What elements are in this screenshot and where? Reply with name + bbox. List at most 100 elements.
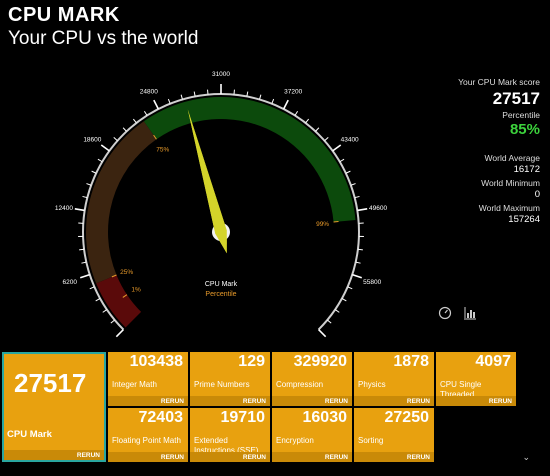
- gauge-minor-tick: [122, 127, 127, 132]
- legend-cpu-mark: CPU Mark: [205, 281, 238, 288]
- gauge-tick-label: 49600: [369, 205, 387, 212]
- rerun-button[interactable]: RERUN: [407, 454, 430, 461]
- percentile-label: Percentile: [502, 110, 540, 120]
- tile-sorting[interactable]: 27250 Sorting RERUN: [354, 408, 434, 462]
- gauge-minor-tick: [305, 118, 310, 124]
- gauge-major-tick: [79, 273, 91, 279]
- gauge-minor-tick: [327, 319, 332, 324]
- gauge-minor-tick: [180, 94, 183, 100]
- rerun-button[interactable]: RERUN: [243, 398, 266, 405]
- gauge-major-tick: [357, 208, 368, 212]
- tile-name: Sorting: [358, 436, 384, 445]
- tile-value: 72403: [138, 409, 184, 426]
- tile-value: 4097: [475, 353, 511, 370]
- gauge-minor-tick: [89, 286, 95, 290]
- rerun-button[interactable]: RERUN: [161, 398, 184, 405]
- gauge-needle: [187, 109, 227, 254]
- tile-physics[interactable]: 1878 Physics RERUN: [354, 352, 434, 406]
- gauge-minor-tick: [143, 110, 148, 116]
- gauge-minor-tick: [341, 298, 347, 302]
- world-minimum-value: 0: [534, 189, 540, 200]
- rerun-button[interactable]: RERUN: [325, 454, 348, 461]
- percentile-mark-label: 1%: [131, 287, 141, 294]
- gauge-minor-tick: [334, 309, 340, 313]
- tile-value: 129: [238, 353, 265, 370]
- gauge-tick-label: 55800: [363, 279, 381, 286]
- gauge-major-tick: [282, 99, 289, 110]
- rerun-button[interactable]: RERUN: [407, 398, 430, 405]
- rerun-button[interactable]: RERUN: [325, 398, 348, 405]
- gauge-band-low: [96, 274, 142, 328]
- tile-value: 27517: [14, 368, 87, 398]
- percentile-mark-label: 75%: [156, 146, 169, 153]
- gauge-tick-label: 37200: [284, 88, 302, 95]
- gauge-band-high: [143, 97, 356, 222]
- gauge-minor-tick: [113, 137, 118, 142]
- rerun-button[interactable]: RERUN: [77, 452, 100, 459]
- tile-value: 19710: [220, 409, 266, 426]
- tile-extended-instructions-sse[interactable]: 19710 Extended Instructions (SSE) RERUN: [190, 408, 270, 462]
- gauge-minor-tick: [91, 170, 97, 174]
- tile-compression[interactable]: 329920 Compression RERUN: [272, 352, 352, 406]
- score-value: 27517: [492, 89, 540, 108]
- gauge-tick-label: 43400: [341, 137, 359, 144]
- world-average-label: World Average: [484, 153, 540, 163]
- gauge-major-tick: [115, 329, 124, 338]
- gauge-minor-tick: [132, 118, 137, 124]
- tile-prime-numbers[interactable]: 129 Prime Numbers RERUN: [190, 352, 270, 406]
- gauge-major-tick: [332, 144, 342, 152]
- percentile-mark-label: 99%: [316, 221, 329, 228]
- tile-name: CPU Mark: [7, 429, 52, 440]
- percentile-mark-label: 25%: [120, 269, 133, 276]
- gauge-tick-label: 18600: [83, 137, 101, 144]
- tile-name: Floating Point Math: [112, 436, 181, 445]
- stats-panel: Your CPU Mark score 27517 Percentile 85%…: [400, 77, 540, 228]
- legend-percentile: Percentile: [205, 291, 236, 298]
- tile-integer-math[interactable]: 103438 Integer Math RERUN: [108, 352, 188, 406]
- gauge-minor-tick: [347, 286, 353, 290]
- gauge-minor-tick: [339, 158, 345, 163]
- percentile-value: 85%: [509, 121, 540, 138]
- tile-name: Prime Numbers: [194, 380, 250, 389]
- gauge-minor-tick: [294, 110, 299, 116]
- tile-name: Compression: [276, 380, 324, 389]
- tile-value: 16030: [302, 409, 348, 426]
- rerun-button[interactable]: RERUN: [161, 454, 184, 461]
- gauge-minor-tick: [102, 309, 108, 313]
- rerun-button[interactable]: RERUN: [243, 454, 266, 461]
- tile-name: Integer Math: [112, 380, 157, 389]
- gauge-minor-tick: [95, 298, 101, 302]
- gauge-minor-tick: [345, 170, 351, 174]
- gauge-major-tick: [100, 144, 110, 152]
- tile-cpu-mark[interactable]: 27517 CPU Mark RERUN: [2, 352, 106, 462]
- rerun-button[interactable]: RERUN: [489, 398, 512, 405]
- gauge-minor-tick: [315, 127, 320, 132]
- world-maximum-label: World Maximum: [478, 203, 540, 213]
- tile-name: Physics: [358, 380, 386, 389]
- tile-value: 103438: [129, 353, 183, 370]
- tile-value: 329920: [293, 353, 347, 370]
- gauge-minor-tick: [79, 248, 85, 251]
- gauge-minor-tick: [357, 248, 363, 251]
- gauge-tick-label: 6200: [63, 279, 78, 286]
- chevron-down-icon[interactable]: ⌄: [522, 452, 530, 463]
- gauge-tick-label: 12400: [55, 205, 73, 212]
- tile-cpu-single-threaded[interactable]: 4097 CPU Single Threaded RERUN: [436, 352, 516, 406]
- score-label: Your CPU Mark score: [458, 77, 540, 87]
- tile-value: 27250: [384, 409, 430, 426]
- world-maximum-value: 157264: [508, 214, 540, 225]
- tile-floating-point-math[interactable]: 72403 Floating Point Math RERUN: [108, 408, 188, 462]
- world-average-value: 16172: [513, 164, 540, 175]
- gauge-tick-label: 24800: [140, 88, 158, 95]
- chart-icon[interactable]: [463, 306, 477, 320]
- gauge-major-tick: [74, 208, 85, 212]
- gauge-band-mid: [86, 121, 157, 284]
- tile-name: Encryption: [276, 436, 314, 445]
- gauge-icon[interactable]: [438, 306, 452, 320]
- gauge-major-tick: [351, 273, 363, 279]
- gauge-minor-tick: [259, 94, 262, 100]
- cpu-mark-gauge: 0620012400186002480031000372004340049600…: [55, 71, 387, 338]
- tile-encryption[interactable]: 16030 Encryption RERUN: [272, 408, 352, 462]
- world-minimum-label: World Minimum: [481, 178, 540, 188]
- gauge-minor-tick: [110, 319, 115, 324]
